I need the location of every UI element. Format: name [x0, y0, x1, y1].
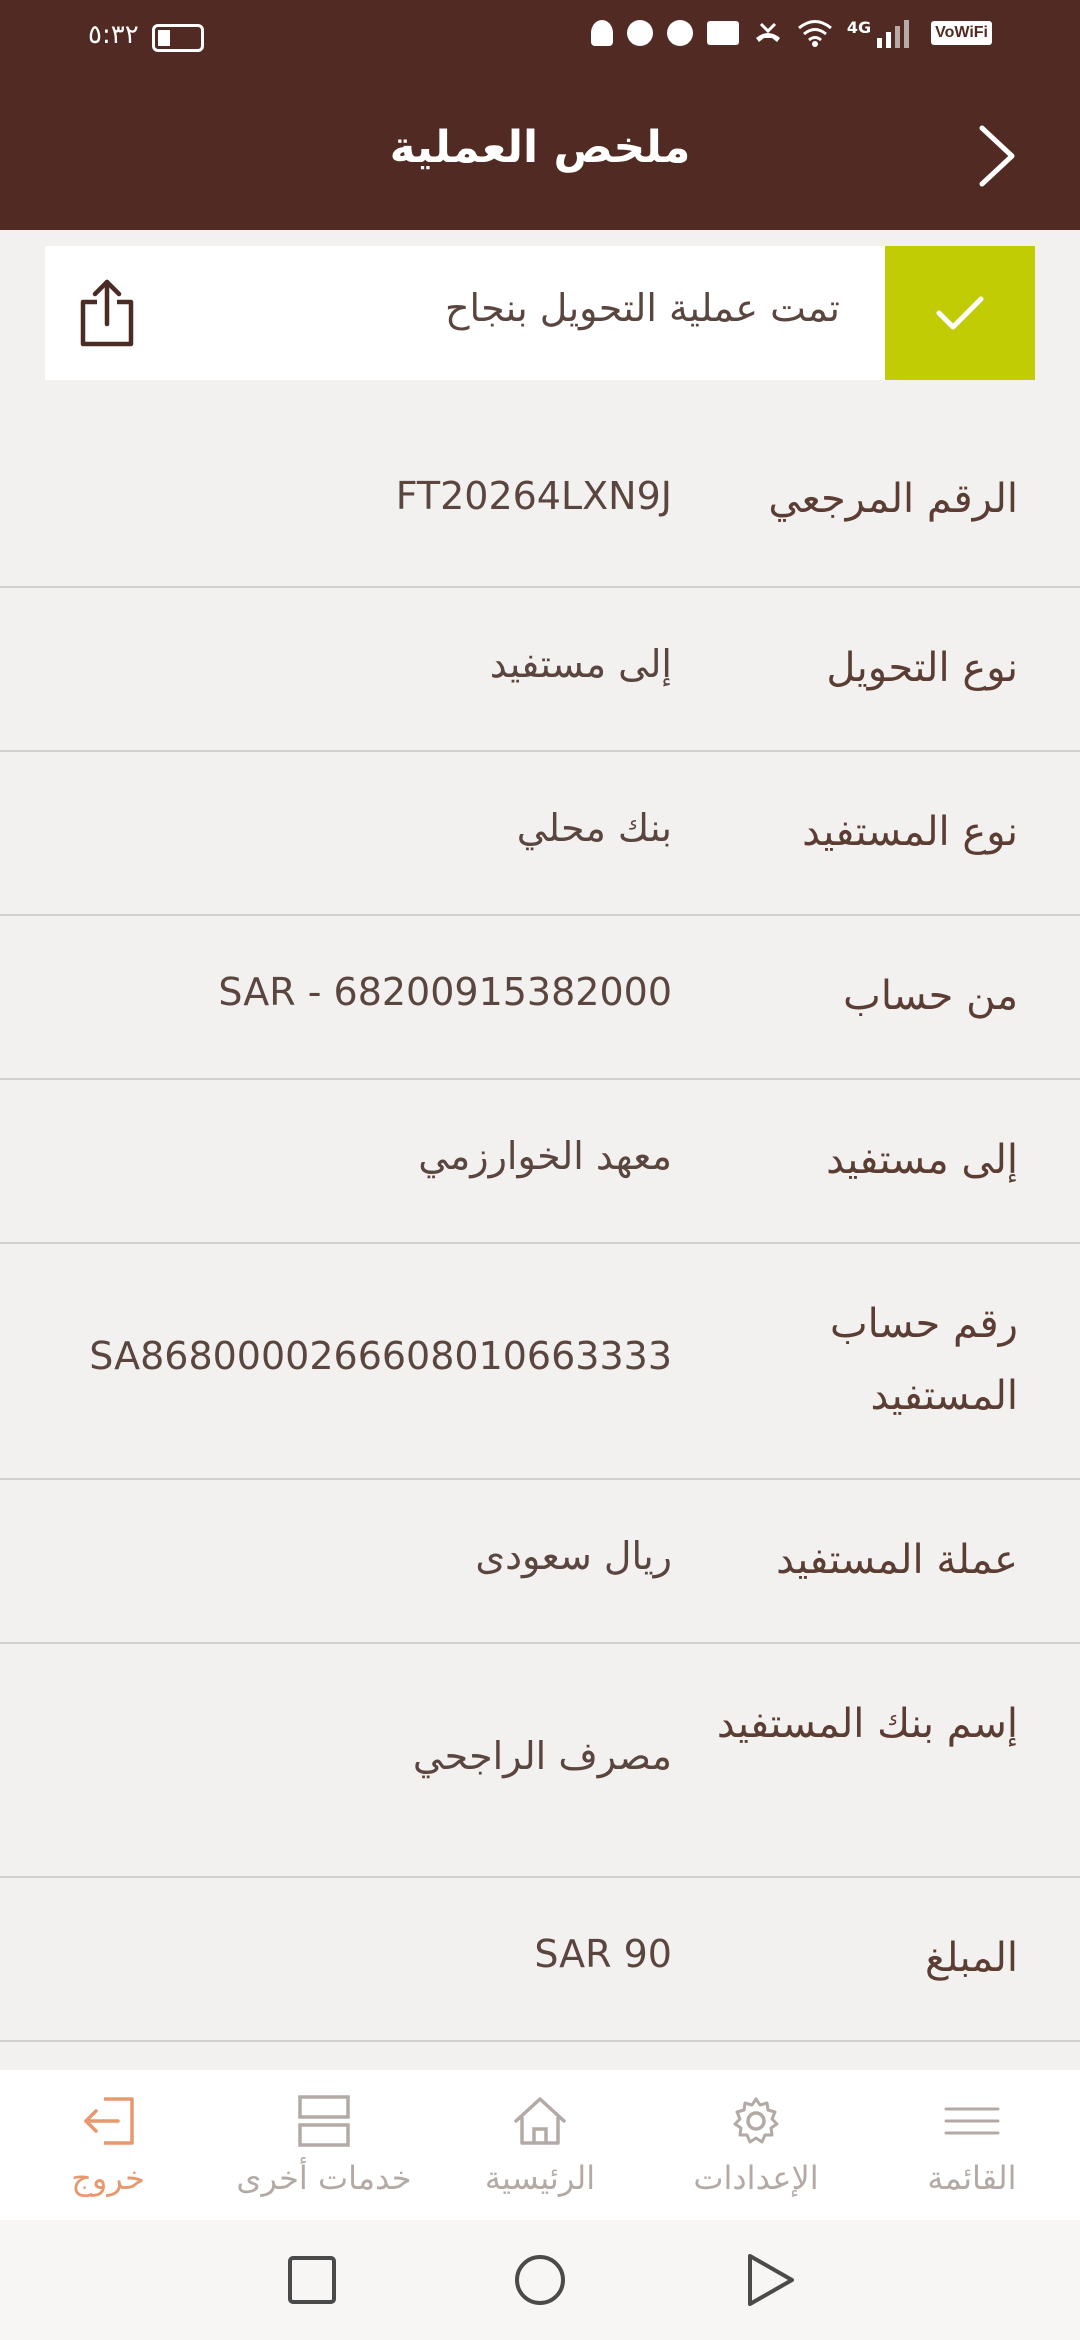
row-value: FT20264LXN9J — [395, 474, 672, 518]
row-label: نوع المستفيد — [802, 809, 1018, 855]
row-beneficiary-bank: إسم بنك المستفيد مصرف الراجحي — [0, 1644, 1080, 1878]
system-nav-bar — [0, 2220, 1080, 2340]
nav-label: خروج — [71, 2159, 145, 2197]
nav-other-services[interactable]: خدمات أخرى — [216, 2070, 432, 2220]
nav-logout[interactable]: خروج — [0, 2070, 216, 2220]
status-bar: ٥:٣٢ 4G VoWiFi — [0, 0, 1080, 80]
bottom-nav: خروج خدمات أخرى الرئيسية الإعدادات القائ… — [0, 2070, 1080, 2220]
imo-icon — [626, 20, 653, 46]
gear-icon — [733, 2097, 779, 2144]
home-system-button[interactable] — [512, 2252, 568, 2308]
nav-home[interactable]: الرئيسية — [432, 2070, 648, 2220]
row-from-account: من حساب SAR - 68200915382000 — [0, 916, 1080, 1080]
sync-icon — [666, 20, 693, 46]
battery-icon — [152, 24, 204, 52]
row-label: عملة المستفيد — [776, 1537, 1018, 1583]
services-icon — [298, 2095, 350, 2147]
notification-bell-icon — [590, 20, 613, 46]
row-label: إلى مستفيد — [826, 1137, 1018, 1183]
row-label: نوع التحويل — [826, 645, 1018, 691]
success-message: تمت عملية التحويل بنجاح — [445, 286, 840, 330]
network-type: 4G — [846, 18, 872, 37]
row-beneficiary-currency: عملة المستفيد ريال سعودى — [0, 1480, 1080, 1644]
status-time: ٥:٣٢ — [88, 20, 139, 50]
details-list: الرقم المرجعي FT20264LXN9J نوع التحويل إ… — [0, 410, 1080, 2042]
row-value: SAR - 68200915382000 — [218, 970, 672, 1014]
row-value: ريال سعودى — [475, 1534, 672, 1578]
share-button[interactable] — [75, 276, 139, 350]
row-value: SA8680000266608010663333 — [89, 1334, 672, 1378]
row-label: من حساب — [843, 973, 1018, 1019]
logout-icon — [84, 2097, 134, 2145]
row-value: مصرف الراجحي — [412, 1734, 672, 1778]
row-transfer-type: نوع التحويل إلى مستفيد — [0, 588, 1080, 752]
row-label: المبلغ — [924, 1935, 1018, 1981]
mail-icon — [706, 21, 739, 45]
nav-label: القائمة — [927, 2159, 1017, 2197]
home-icon — [514, 2097, 566, 2145]
recents-button[interactable] — [284, 2252, 340, 2308]
success-check — [885, 246, 1035, 380]
row-reference: الرقم المرجعي FT20264LXN9J — [0, 410, 1080, 588]
row-value: إلى مستفيد — [489, 642, 672, 686]
checkmark-icon — [936, 296, 984, 330]
row-label: رقم حساب المستفيد — [829, 1301, 1018, 1419]
row-value: معهد الخوارزمي — [418, 1134, 672, 1178]
row-to-beneficiary: إلى مستفيد معهد الخوارزمي — [0, 1080, 1080, 1244]
missed-call-icon — [755, 22, 780, 42]
row-value: بنك محلي — [516, 806, 672, 850]
back-button[interactable] — [968, 120, 1024, 192]
wifi-icon — [797, 20, 832, 47]
header: ملخص العملية — [0, 80, 1080, 230]
nav-label: الإعدادات — [693, 2159, 819, 2197]
success-banner: تمت عملية التحويل بنجاح — [45, 246, 1035, 380]
menu-icon — [944, 2107, 1000, 2135]
signal-icon — [877, 20, 910, 48]
back-system-button[interactable] — [742, 2252, 798, 2308]
row-label: إسم بنك المستفيد — [716, 1701, 1018, 1747]
row-value: SAR 90 — [534, 1932, 672, 1976]
nav-label: الرئيسية — [484, 2159, 596, 2197]
nav-menu[interactable]: القائمة — [864, 2070, 1080, 2220]
row-amount: المبلغ SAR 90 — [0, 1878, 1080, 2042]
nav-label: خدمات أخرى — [236, 2159, 412, 2197]
screen: ٥:٣٢ 4G VoWiFi ملخص العملية تمت عملية ال… — [0, 0, 1080, 2340]
row-beneficiary-account: رقم حساب المستفيد SA86800002666080106633… — [0, 1244, 1080, 1480]
status-icons: 4G VoWiFi — [590, 18, 992, 48]
row-beneficiary-type: نوع المستفيد بنك محلي — [0, 752, 1080, 916]
nav-settings[interactable]: الإعدادات — [648, 2070, 864, 2220]
row-label: الرقم المرجعي — [768, 476, 1018, 522]
page-title: ملخص العملية — [389, 122, 691, 173]
vowifi-badge: VoWiFi — [931, 21, 992, 45]
